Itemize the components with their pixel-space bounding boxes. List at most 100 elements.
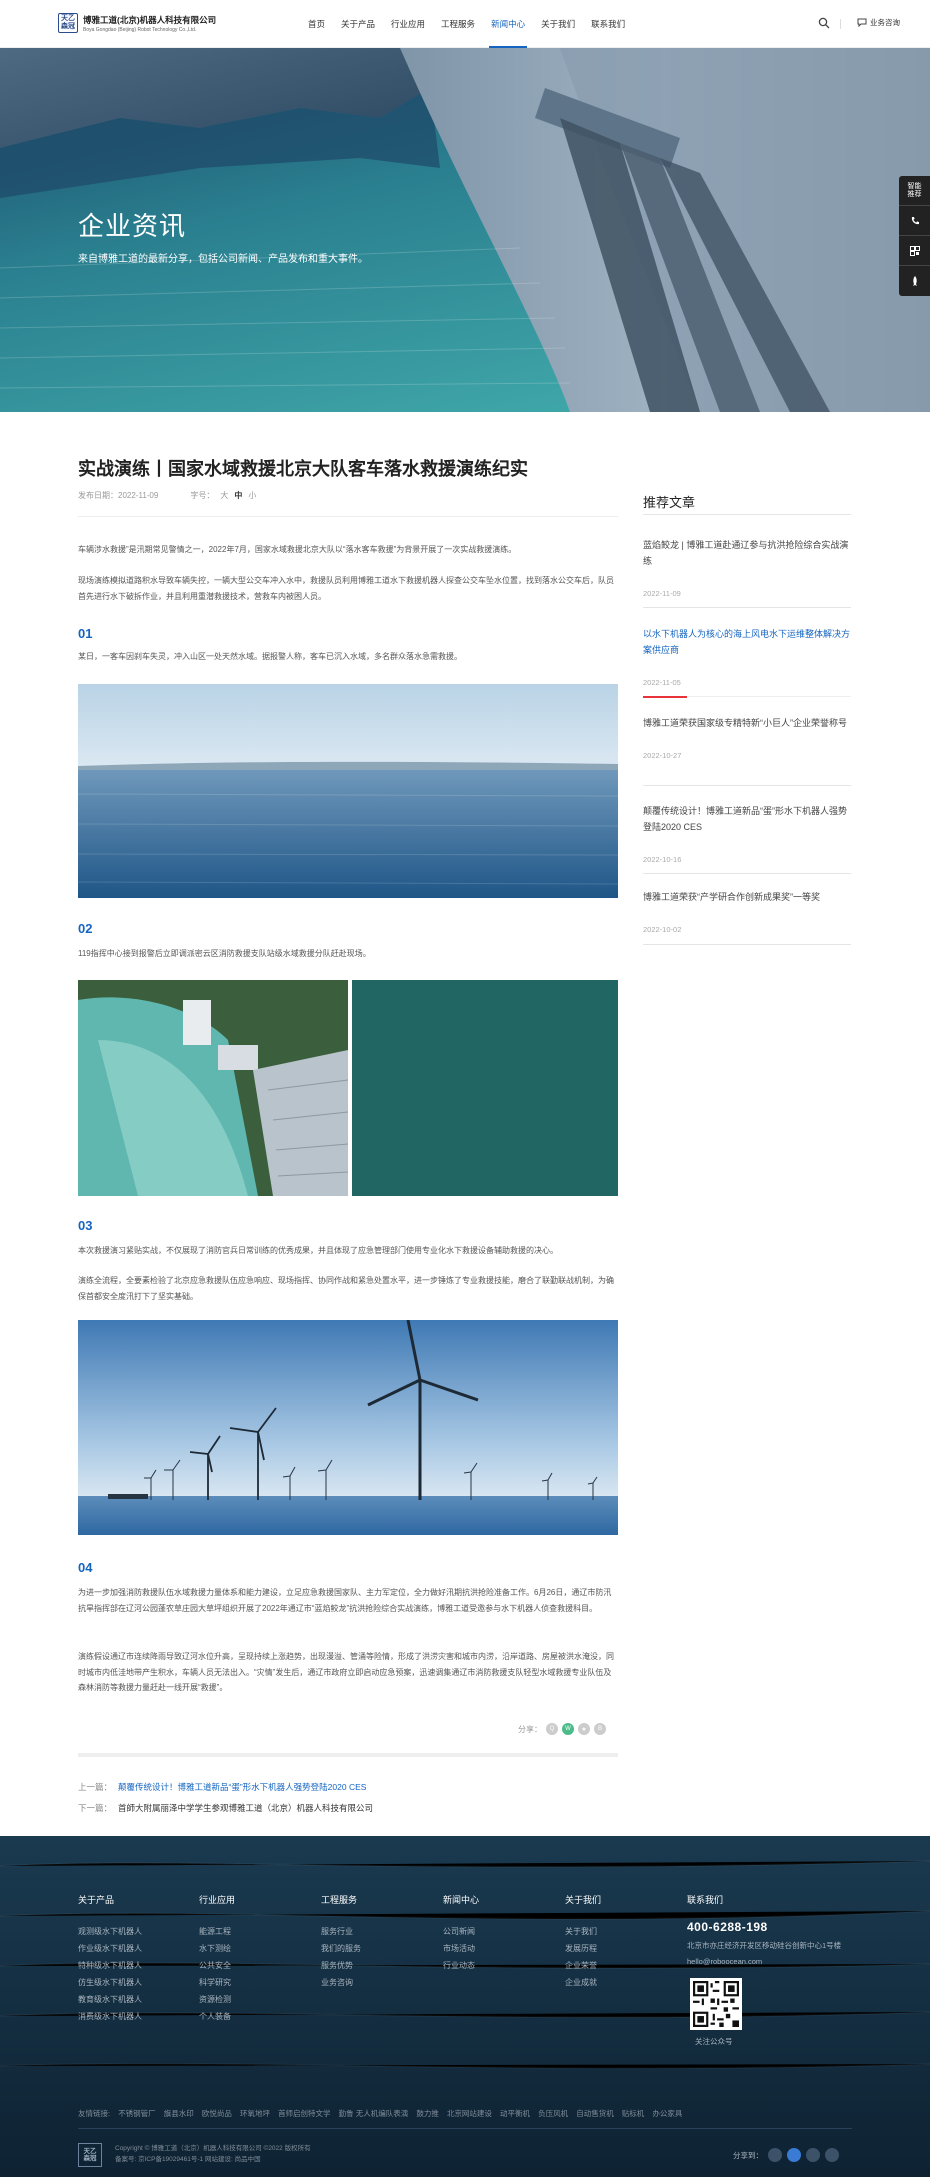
friend-link[interactable]: 鼓力推 bbox=[416, 2109, 439, 2118]
recommended-date: 2022-10-02 bbox=[643, 925, 682, 934]
phone-icon[interactable] bbox=[899, 206, 930, 236]
hero-banner: 企业资讯 来自博雅工道的最新分享，包括公司新闻、产品发布和重大事件。 bbox=[0, 48, 930, 412]
friend-link[interactable]: 环氧地坪 bbox=[240, 2109, 270, 2118]
smart-recommend-button[interactable]: 智能 推荐 bbox=[899, 176, 930, 206]
footer-link[interactable]: 科学研究 bbox=[199, 1974, 235, 1991]
recommended-title[interactable]: 以水下机器人为核心的海上风电水下运维整体解决方案供应商 bbox=[643, 626, 851, 658]
sidebar-title: 推荐文章 bbox=[643, 495, 696, 510]
footer-link[interactable]: 作业级水下机器人 bbox=[78, 1940, 142, 1957]
recommended-item[interactable]: 颠覆传统设计！博雅工道新品“蛋”形水下机器人强势登陆2020 CES 2022-… bbox=[643, 803, 851, 864]
qq-icon[interactable] bbox=[787, 2148, 801, 2162]
nav-products[interactable]: 关于产品 bbox=[333, 0, 383, 48]
intro-paragraph-1: 车辆涉水救援”是汛期常见警情之一，2022年7月，国家水域救援北京大队以“落水客… bbox=[78, 545, 517, 554]
recommended-item[interactable]: 蓝焰鲛龙 | 博雅工道赴通辽参与抗洪抢险综合实战演练 2022-11-09 bbox=[643, 537, 851, 598]
wechat-icon[interactable] bbox=[768, 2148, 782, 2162]
footer-column-industry: 行业应用 能源工程 水下测绘 公共安全 科学研究 资源检测 个人装备 bbox=[199, 1893, 235, 2025]
footer-link[interactable]: 特种级水下机器人 bbox=[78, 1957, 142, 1974]
recommended-title[interactable]: 颠覆传统设计！博雅工道新品“蛋”形水下机器人强势登陆2020 CES bbox=[643, 803, 851, 835]
footer-column-title: 新闻中心 bbox=[443, 1895, 480, 1905]
footer-link[interactable]: 业务咨询 bbox=[321, 1974, 361, 1991]
nav-industry[interactable]: 行业应用 bbox=[383, 0, 433, 48]
search-icon[interactable] bbox=[818, 17, 830, 29]
nav-contact[interactable]: 联系我们 bbox=[583, 0, 633, 48]
nav-about[interactable]: 关于我们 bbox=[533, 0, 583, 48]
friend-link[interactable]: 动平衡机 bbox=[500, 2109, 530, 2118]
next-article-link[interactable]: 首師大附属丽泽中学学生参观博雅工道（北京）机器人科技有限公司 bbox=[118, 1803, 373, 1813]
site-header: 天乙 森冠 博雅工道(北京)机器人科技有限公司 Boya Gongdao (Be… bbox=[0, 0, 930, 48]
footer-link[interactable]: 市场活动 bbox=[443, 1940, 479, 1957]
recommended-item[interactable]: 博雅工道荣获国家级专精特新“小巨人”企业荣誉称号 2022-10-27 bbox=[643, 715, 851, 760]
weibo-icon[interactable] bbox=[806, 2148, 820, 2162]
footer-link[interactable]: 仿生级水下机器人 bbox=[78, 1974, 142, 1991]
recommended-title[interactable]: 蓝焰鲛龙 | 博雅工道赴通辽参与抗洪抢险综合实战演练 bbox=[643, 537, 851, 569]
friend-link[interactable]: 北京网站建设 bbox=[447, 2109, 492, 2118]
next-article: 下一篇： 首師大附属丽泽中学学生参观博雅工道（北京）机器人科技有限公司 bbox=[78, 1802, 373, 1814]
header-divider bbox=[840, 19, 841, 29]
footer-link[interactable]: 企业成就 bbox=[565, 1974, 601, 1991]
footer-link[interactable]: 我们的服务 bbox=[321, 1940, 361, 1957]
recommended-item[interactable]: 博雅工道荣获“产学研合作创新成果奖”一等奖 2022-10-02 bbox=[643, 889, 851, 934]
font-size-label: 字号： bbox=[190, 491, 215, 500]
douyin-icon[interactable] bbox=[825, 2148, 839, 2162]
icp-record[interactable]: 备案号: 京ICP备19029461号-1 网站建设: 尚品中国 bbox=[115, 2154, 311, 2165]
qrcode-icon[interactable] bbox=[899, 236, 930, 266]
footer-link[interactable]: 观测级水下机器人 bbox=[78, 1923, 142, 1940]
sidebar-divider bbox=[643, 514, 851, 515]
logo-mark: 天乙 森冠 bbox=[58, 13, 78, 33]
consult-button[interactable]: 业务咨询 bbox=[857, 17, 900, 28]
font-size-switch: 字号： 大 中 小 bbox=[190, 490, 256, 501]
article-end-divider bbox=[78, 1753, 618, 1757]
friend-link[interactable]: 负压风机 bbox=[538, 2109, 568, 2118]
footer-link[interactable]: 水下测绘 bbox=[199, 1940, 235, 1957]
prev-article: 上一篇： 颠覆传统设计！博雅工道新品“蛋”形水下机器人强势登陆2020 CES bbox=[78, 1781, 366, 1793]
footer-link[interactable]: 发展历程 bbox=[565, 1940, 601, 1957]
friend-link[interactable]: 首师启创特文学 bbox=[278, 2109, 331, 2118]
friend-link[interactable]: 不锈钢管厂 bbox=[118, 2109, 156, 2118]
share-label: 分享： bbox=[518, 1724, 542, 1734]
recommended-title[interactable]: 博雅工道荣获“产学研合作创新成果奖”一等奖 bbox=[643, 889, 851, 905]
footer-link[interactable]: 资源检测 bbox=[199, 1991, 235, 2008]
font-size-large[interactable]: 大 bbox=[220, 490, 228, 501]
qzone-share-icon[interactable]: ★ bbox=[578, 1723, 590, 1735]
nav-news[interactable]: 新闻中心 bbox=[483, 0, 533, 48]
footer-link[interactable]: 教育级水下机器人 bbox=[78, 1991, 142, 2008]
logo[interactable]: 天乙 森冠 博雅工道(北京)机器人科技有限公司 Boya Gongdao (Be… bbox=[58, 13, 216, 33]
weibo-share-icon[interactable]: B bbox=[594, 1723, 606, 1735]
email[interactable]: hello@roboocean.com bbox=[687, 1954, 841, 1970]
nav-engineering[interactable]: 工程服务 bbox=[433, 0, 483, 48]
footer-link[interactable]: 公共安全 bbox=[199, 1957, 235, 1974]
recommended-title[interactable]: 博雅工道荣获国家级专精特新“小巨人”企业荣誉称号 bbox=[643, 715, 851, 731]
prev-article-link[interactable]: 颠覆传统设计！博雅工道新品“蛋”形水下机器人强势登陆2020 CES bbox=[118, 1782, 366, 1792]
friend-link[interactable]: 办公家具 bbox=[652, 2109, 682, 2118]
friend-link[interactable]: 勤鲁 无人机编队表演 bbox=[339, 2109, 409, 2118]
friend-link[interactable]: 欧悦尚品 bbox=[202, 2109, 232, 2118]
font-size-small[interactable]: 小 bbox=[248, 490, 256, 501]
friend-link[interactable]: 自动售货机 bbox=[576, 2109, 614, 2118]
phone-number[interactable]: 400-6288-198 bbox=[687, 1920, 768, 1934]
recommended-item[interactable]: 以水下机器人为核心的海上风电水下运维整体解决方案供应商 2022-11-05 bbox=[643, 626, 851, 687]
font-size-medium[interactable]: 中 bbox=[234, 490, 242, 501]
recommended-divider bbox=[643, 607, 851, 608]
section-03-paragraph-2: 演练全流程，全要素检验了北京应急救援队伍应急响应、现场指挥、协同作战和紧急处置水… bbox=[78, 1276, 614, 1301]
footer-link[interactable]: 个人装备 bbox=[199, 2008, 235, 2025]
rocket-icon[interactable] bbox=[899, 266, 930, 296]
footer-link[interactable]: 公司新闻 bbox=[443, 1923, 479, 1940]
friend-link[interactable]: 旗县水印 bbox=[164, 2109, 194, 2118]
qq-share-icon[interactable]: Q bbox=[546, 1723, 558, 1735]
footer-link[interactable]: 行业动态 bbox=[443, 1957, 479, 1974]
calm-sea-image bbox=[78, 684, 618, 898]
nav-home[interactable]: 首页 bbox=[300, 0, 333, 48]
footer-link[interactable]: 消费级水下机器人 bbox=[78, 2008, 142, 2025]
footer-link[interactable]: 企业荣誉 bbox=[565, 1957, 601, 1974]
footer-link[interactable]: 关于我们 bbox=[565, 1923, 601, 1940]
footer-logo-bottom: 森冠 bbox=[83, 2155, 97, 2162]
footer-column-title: 工程服务 bbox=[321, 1895, 358, 1905]
wechat-qrcode bbox=[690, 1978, 742, 2030]
footer-link[interactable]: 能源工程 bbox=[199, 1923, 235, 1940]
wechat-share-icon[interactable]: W bbox=[562, 1723, 574, 1735]
section-02-paragraph: 119指挥中心接到报警后立即调派密云区消防救援支队站级水域救援分队赶赴现场。 bbox=[78, 949, 371, 958]
footer-link[interactable]: 服务优势 bbox=[321, 1957, 361, 1974]
footer-link[interactable]: 服务行业 bbox=[321, 1923, 361, 1940]
friend-link[interactable]: 贴标机 bbox=[622, 2109, 645, 2118]
footer-column-news: 新闻中心 公司新闻 市场活动 行业动态 bbox=[443, 1893, 479, 1974]
